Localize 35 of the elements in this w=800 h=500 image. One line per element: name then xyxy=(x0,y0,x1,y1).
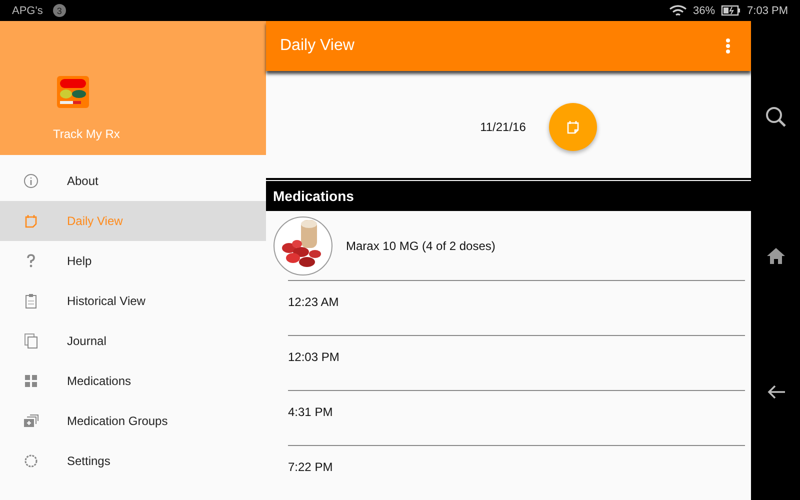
grid-icon xyxy=(23,373,39,389)
dose-time: 12:23 AM xyxy=(288,294,339,309)
back-icon[interactable] xyxy=(766,384,786,400)
search-icon[interactable] xyxy=(764,106,786,128)
pages-icon xyxy=(23,333,39,349)
section-header: Medications xyxy=(266,180,751,212)
date-text: 11/21/16 xyxy=(480,120,526,134)
menu-item[interactable]: Settings xyxy=(0,441,266,481)
notification-count: 3 xyxy=(52,4,66,17)
menu-item[interactable]: Medications xyxy=(0,361,266,401)
calendar-icon xyxy=(23,213,39,229)
dose-time: 7:22 PM xyxy=(288,460,333,474)
home-icon[interactable] xyxy=(766,246,786,265)
clipboard-icon xyxy=(23,293,39,309)
settings-icon xyxy=(23,453,39,469)
info-icon xyxy=(23,173,39,189)
screen-title: Daily View xyxy=(280,37,356,55)
carrier-name: APG's xyxy=(12,4,43,16)
wifi-icon xyxy=(669,4,687,16)
medication-name[interactable]: Marax 10 MG (4 of 2 doses) xyxy=(346,238,496,253)
stacked-cards-icon xyxy=(23,413,39,429)
calendar-icon xyxy=(566,120,580,134)
app-name: Track My Rx xyxy=(53,127,121,141)
menu-item[interactable]: Help xyxy=(0,241,266,281)
menu-item[interactable]: Medication Groups xyxy=(0,401,266,441)
clock-time: 7:03 PM xyxy=(747,4,788,16)
pills-logo-icon xyxy=(57,76,89,108)
dose-time: 4:31 PM xyxy=(288,404,333,419)
more-options-icon[interactable] xyxy=(725,38,731,54)
menu-item[interactable]: Journal xyxy=(0,321,266,361)
battery-icon xyxy=(721,5,742,16)
menu-item[interactable]: Historical View xyxy=(0,281,266,321)
dose-time: 12:03 PM xyxy=(288,350,340,364)
battery-percent: 36% xyxy=(693,4,716,16)
menu-item[interactable]: About xyxy=(0,161,266,201)
